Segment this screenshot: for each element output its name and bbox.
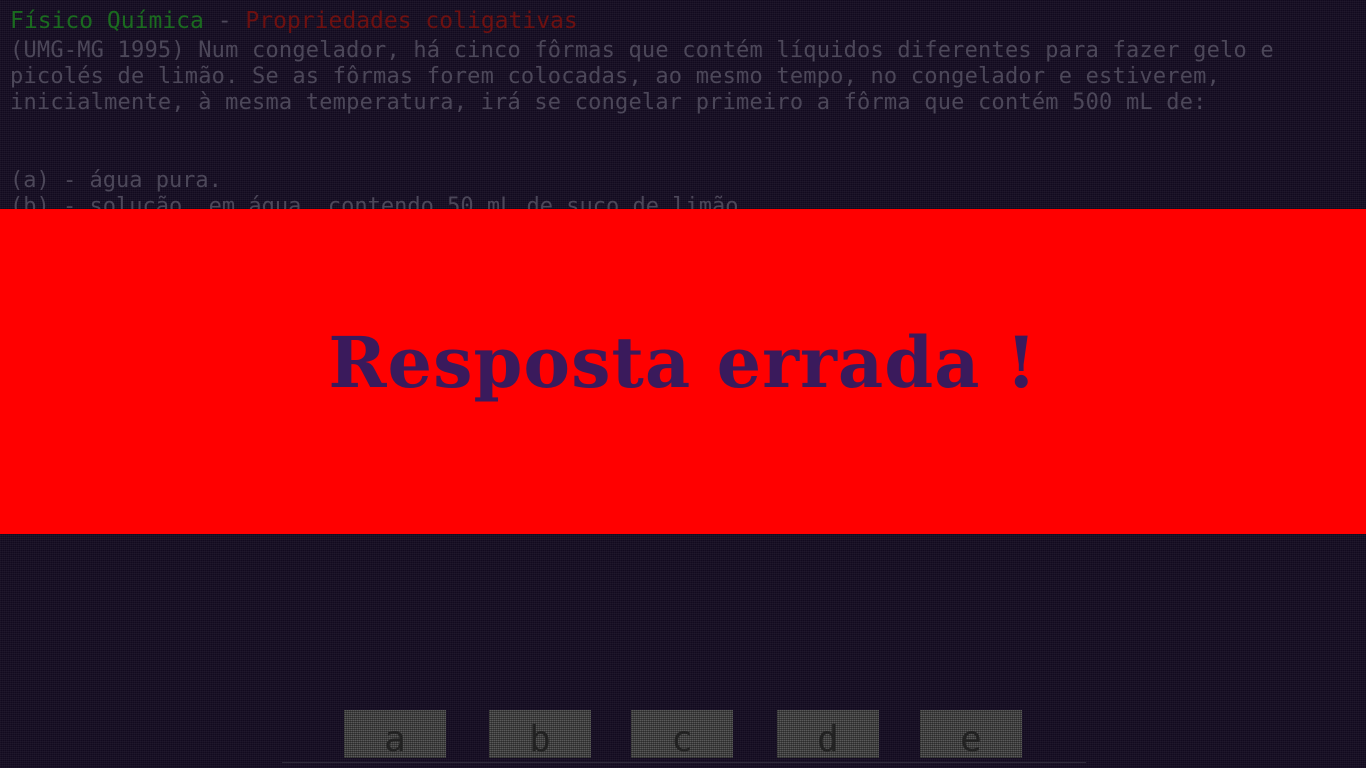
answer-button-b[interactable]: b [489,710,591,758]
question-header: Físico Química - Propriedades coligativa… [10,6,578,36]
question-text: (UMG-MG 1995) Num congelador, há cinco f… [10,38,1288,115]
answer-button-d[interactable]: d [777,710,879,758]
topic-label: Propriedades coligativas [245,8,578,34]
header-separator: - [203,8,246,34]
bottom-divider [282,762,1086,763]
option-a-text: (a) - água pura. [10,168,222,193]
wrong-answer-banner: Resposta errada ! [0,209,1366,534]
answer-button-a[interactable]: a [344,710,446,758]
wrong-answer-message: Resposta errada ! [328,321,1038,404]
subject-label: Físico Química [10,8,204,34]
answer-button-e[interactable]: e [920,710,1022,758]
answer-button-c[interactable]: c [631,710,733,758]
